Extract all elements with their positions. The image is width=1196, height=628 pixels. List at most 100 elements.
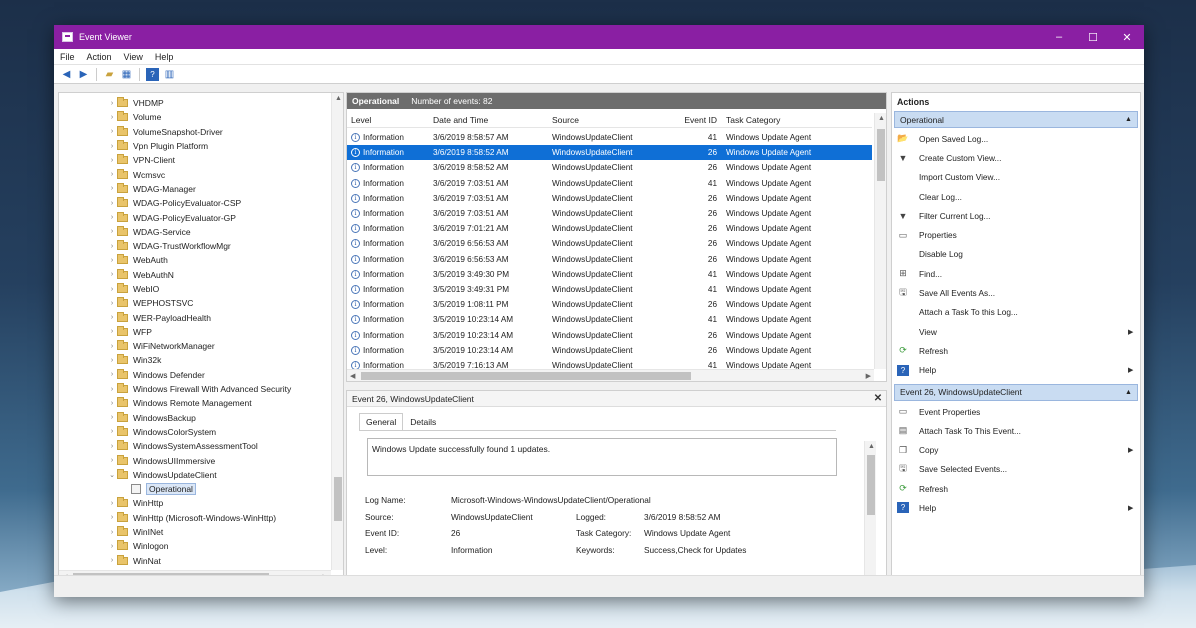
chevron-right-icon[interactable]: › xyxy=(107,529,117,536)
action-item[interactable]: ? Help ▶ xyxy=(892,361,1140,380)
scroll-up-arrow-icon[interactable]: ▲ xyxy=(878,115,885,122)
event-row[interactable]: i Information 3/5/2019 10:23:14 AM WindowsU… xyxy=(347,343,872,358)
tree-item[interactable]: › WinINet xyxy=(59,525,329,539)
event-row[interactable]: i Information 3/6/2019 7:01:21 AM WindowsUp… xyxy=(347,221,872,236)
chevron-right-icon[interactable]: › xyxy=(107,443,117,450)
help-icon[interactable]: ? xyxy=(146,67,159,81)
tree-item[interactable]: › Windows Firewall With Advanced Security xyxy=(59,382,329,396)
events-horizontal-scrollbar[interactable]: ◀ ▶ xyxy=(347,369,874,381)
event-row[interactable]: i Information 3/5/2019 1:08:11 PM WindowsUp… xyxy=(347,297,872,312)
chevron-right-icon[interactable]: › xyxy=(107,400,117,407)
tree-scroll-thumb[interactable] xyxy=(334,477,342,521)
chevron-right-icon[interactable]: › xyxy=(107,185,117,192)
events-hscroll-thumb[interactable] xyxy=(361,372,691,380)
tree-item[interactable]: › WindowsBackup xyxy=(59,411,329,425)
column-source[interactable]: Source xyxy=(550,115,680,125)
chevron-right-icon[interactable]: › xyxy=(107,357,117,364)
event-row[interactable]: i Information 3/5/2019 3:49:30 PM WindowsUp… xyxy=(347,267,872,282)
chevron-right-icon[interactable]: › xyxy=(107,214,117,221)
chevron-right-icon[interactable]: › xyxy=(107,314,117,321)
event-row[interactable]: i Information 3/6/2019 7:03:51 AM WindowsUp… xyxy=(347,191,872,206)
event-row[interactable]: i Information 3/6/2019 8:58:52 AM WindowsUp… xyxy=(347,160,872,175)
tree-item[interactable]: › WEPHOSTSVC xyxy=(59,296,329,310)
tree-vertical-scrollbar[interactable]: ▲ xyxy=(331,93,343,570)
collapse-icon[interactable]: ▲ xyxy=(1125,116,1137,123)
chevron-down-icon[interactable]: ⌄ xyxy=(107,471,117,479)
chevron-right-icon[interactable]: › xyxy=(107,271,117,278)
menu-action[interactable]: Action xyxy=(87,52,112,62)
tree-item[interactable]: › VPN-Client xyxy=(59,153,329,167)
action-item[interactable]: 📂 Open Saved Log... xyxy=(892,129,1140,148)
action-item[interactable]: ▭ Properties xyxy=(892,225,1140,244)
chevron-right-icon[interactable]: › xyxy=(107,543,117,550)
show-hide-tree-icon[interactable]: ▦ xyxy=(120,68,133,81)
scroll-up-arrow-icon[interactable]: ▲ xyxy=(335,95,342,102)
tree-item[interactable]: › WFP xyxy=(59,325,329,339)
action-item[interactable]: ❐ Copy ▶ xyxy=(892,440,1140,459)
action-item[interactable]: Clear Log... xyxy=(892,187,1140,206)
tree-item[interactable]: ⌄ WindowsUpdateClient xyxy=(59,468,329,482)
action-item[interactable]: ⊞ Find... xyxy=(892,264,1140,283)
scroll-left-arrow-icon[interactable]: ◀ xyxy=(350,372,355,380)
action-item[interactable]: ▼ Filter Current Log... xyxy=(892,206,1140,225)
event-row[interactable]: i Information 3/6/2019 8:58:52 AM WindowsUp… xyxy=(347,145,872,161)
tree-item[interactable]: › Windows Remote Management xyxy=(59,396,329,410)
folder-icon[interactable]: ▰ xyxy=(103,68,116,81)
chevron-right-icon[interactable]: › xyxy=(107,300,117,307)
tree-item[interactable]: › WDAG-TrustWorkflowMgr xyxy=(59,239,329,253)
tree-item[interactable]: › WindowsSystemAssessmentTool xyxy=(59,439,329,453)
chevron-right-icon[interactable]: › xyxy=(107,100,117,107)
tree-item[interactable]: › WindowsColorSystem xyxy=(59,425,329,439)
event-row[interactable]: i Information 3/6/2019 8:58:57 AM WindowsUp… xyxy=(347,130,872,145)
event-row[interactable]: i Information 3/5/2019 3:49:31 PM WindowsUp… xyxy=(347,282,872,297)
tree-item[interactable]: › WinNat xyxy=(59,554,329,568)
action-item[interactable]: Import Custom View... xyxy=(892,168,1140,187)
action-item[interactable]: ▭ Event Properties xyxy=(892,402,1140,421)
back-arrow-icon[interactable]: ◀ xyxy=(60,68,73,81)
tree-item[interactable]: › WER-PayloadHealth xyxy=(59,310,329,324)
detail-scroll-thumb[interactable] xyxy=(867,455,875,515)
forward-arrow-icon[interactable]: ▶ xyxy=(77,68,90,81)
chevron-right-icon[interactable]: › xyxy=(107,200,117,207)
event-row[interactable]: i Information 3/6/2019 7:03:51 AM WindowsUp… xyxy=(347,176,872,191)
chevron-right-icon[interactable]: › xyxy=(107,143,117,150)
tree-item[interactable]: › Win32k xyxy=(59,353,329,367)
menu-help[interactable]: Help xyxy=(155,52,174,62)
tab-general[interactable]: General xyxy=(359,413,404,431)
chevron-right-icon[interactable]: › xyxy=(107,500,117,507)
chevron-right-icon[interactable]: › xyxy=(107,457,117,464)
action-pane-icon[interactable]: ▥ xyxy=(163,68,176,81)
actions-section-log[interactable]: Operational ▲ xyxy=(894,111,1138,128)
scroll-up-arrow-icon[interactable]: ▲ xyxy=(868,443,875,450)
menu-view[interactable]: View xyxy=(124,52,143,62)
tree-item[interactable]: Operational xyxy=(59,482,329,496)
chevron-right-icon[interactable]: › xyxy=(107,343,117,350)
action-item[interactable]: ⟳ Refresh xyxy=(892,479,1140,498)
column-task-category[interactable]: Task Category xyxy=(722,115,872,125)
chevron-right-icon[interactable]: › xyxy=(107,171,117,178)
action-item[interactable]: ? Help ▶ xyxy=(892,498,1140,517)
chevron-right-icon[interactable]: › xyxy=(107,414,117,421)
tree-item[interactable]: › WDAG-Service xyxy=(59,225,329,239)
tree-item[interactable]: › WDAG-Manager xyxy=(59,182,329,196)
close-button[interactable]: ✕ xyxy=(1110,25,1144,49)
menu-file[interactable]: File xyxy=(60,52,75,62)
action-item[interactable]: ▤ Attach Task To This Event... xyxy=(892,421,1140,440)
chevron-right-icon[interactable]: › xyxy=(107,428,117,435)
tree-item[interactable]: › Windows Defender xyxy=(59,368,329,382)
chevron-right-icon[interactable]: › xyxy=(107,286,117,293)
event-row[interactable]: i Information 3/6/2019 6:56:53 AM WindowsUp… xyxy=(347,236,872,251)
event-row[interactable]: i Information 3/5/2019 10:23:14 AM WindowsU… xyxy=(347,312,872,327)
chevron-right-icon[interactable]: › xyxy=(107,228,117,235)
chevron-right-icon[interactable]: › xyxy=(107,328,117,335)
action-item[interactable]: View ▶ xyxy=(892,322,1140,341)
actions-section-event[interactable]: Event 26, WindowsUpdateClient ▲ xyxy=(894,383,1138,401)
action-item[interactable]: 🖫 Save Selected Events... xyxy=(892,460,1140,479)
action-item[interactable]: Disable Log xyxy=(892,245,1140,264)
event-message[interactable]: Windows Update successfully found 1 upda… xyxy=(367,438,837,476)
chevron-right-icon[interactable]: › xyxy=(107,128,117,135)
tree-item[interactable]: › Vpn Plugin Platform xyxy=(59,139,329,153)
tree-item[interactable]: › WebAuth xyxy=(59,253,329,267)
tree-item[interactable]: › WinHttp xyxy=(59,496,329,510)
chevron-right-icon[interactable]: › xyxy=(107,371,117,378)
